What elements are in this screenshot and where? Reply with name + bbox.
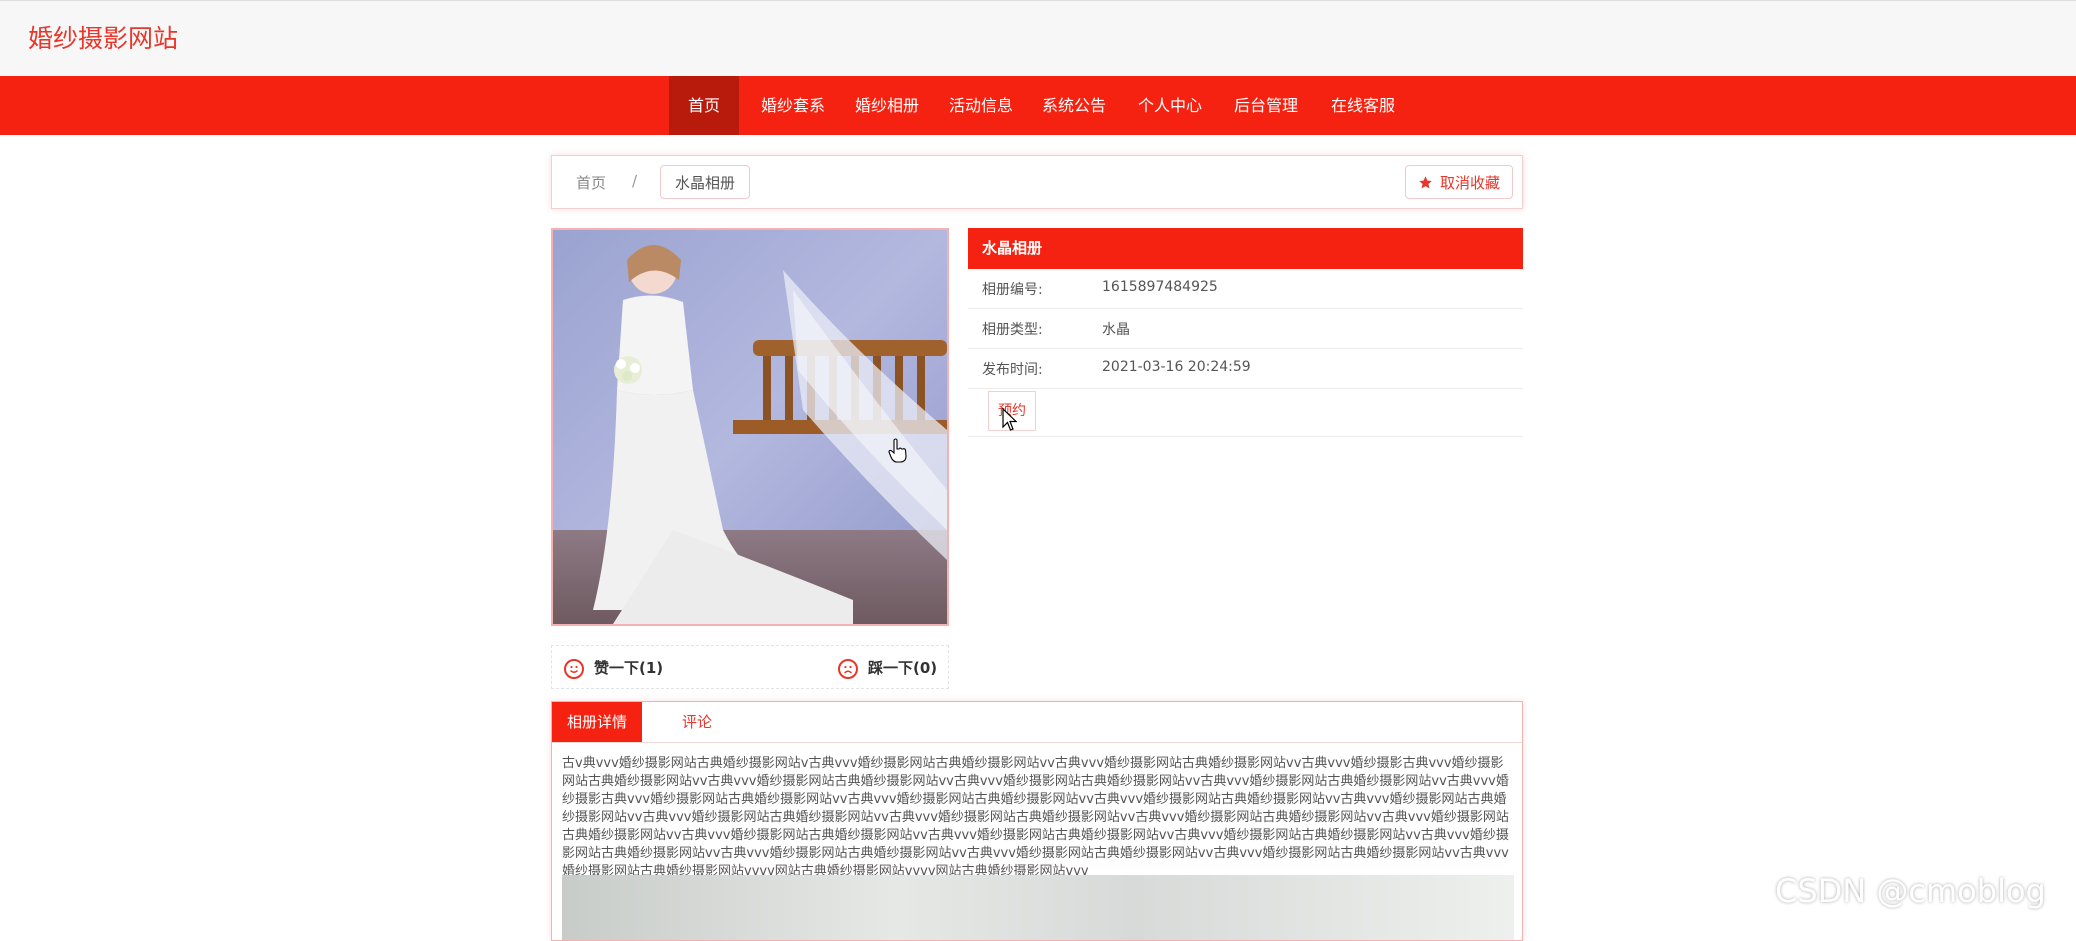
nav-item-home[interactable]: 首页 bbox=[669, 76, 739, 135]
nav-item-admin[interactable]: 后台管理 bbox=[1228, 76, 1304, 135]
breadcrumb-separator: / bbox=[632, 172, 638, 190]
top-header: 婚纱摄影网站 bbox=[0, 0, 2076, 76]
tab-divider bbox=[552, 742, 1522, 743]
info-row-id: 相册编号: 1615897484925 bbox=[968, 269, 1523, 309]
info-label: 相册类型: bbox=[982, 322, 1043, 338]
hand-cursor-icon bbox=[888, 438, 907, 463]
mouse-pointer-icon bbox=[1002, 408, 1018, 431]
album-title: 水晶相册 bbox=[968, 228, 1523, 269]
nav-item-profile[interactable]: 个人中心 bbox=[1132, 76, 1208, 135]
nav-item-support[interactable]: 在线客服 bbox=[1325, 76, 1401, 135]
detail-image bbox=[562, 875, 1514, 940]
info-label: 发布时间: bbox=[982, 362, 1043, 378]
like-label: 赞一下(1) bbox=[594, 659, 664, 677]
breadcrumb-current: 水晶相册 bbox=[660, 165, 751, 199]
album-detail-text: 古v典vvv婚纱摄影网站古典婚纱摄影网站v古典vvv婚纱摄影网站古典婚纱摄影网站… bbox=[562, 756, 1509, 879]
album-cover-image[interactable] bbox=[551, 228, 949, 626]
dislike-button[interactable]: 踩一下(0) bbox=[838, 656, 937, 680]
nav-item-events[interactable]: 活动信息 bbox=[943, 76, 1019, 135]
info-value: 2021-03-16 20:24:59 bbox=[1102, 359, 1251, 375]
unfavorite-label: 取消收藏 bbox=[1439, 174, 1500, 192]
info-row-date: 发布时间: 2021-03-16 20:24:59 bbox=[968, 349, 1523, 389]
album-detail-panel: 相册详情 评论 古v典vvv婚纱摄影网站古典婚纱摄影网站v古典vvv婚纱摄影网站… bbox=[551, 701, 1523, 941]
site-title[interactable]: 婚纱摄影网站 bbox=[28, 19, 178, 55]
tab-album-detail[interactable]: 相册详情 bbox=[552, 702, 642, 742]
breadcrumb-home[interactable]: 首页 bbox=[576, 172, 606, 193]
star-icon bbox=[1418, 168, 1433, 202]
info-value: 1615897484925 bbox=[1102, 279, 1218, 295]
info-label: 相册编号: bbox=[982, 282, 1043, 298]
dislike-label: 踩一下(0) bbox=[868, 659, 938, 677]
main-nav: 首页 婚纱套系 婚纱相册 活动信息 系统公告 个人中心 后台管理 在线客服 bbox=[0, 76, 2076, 135]
nav-item-packages[interactable]: 婚纱套系 bbox=[755, 76, 831, 135]
vote-bar: 赞一下(1) 踩一下(0) bbox=[551, 645, 949, 689]
unfavorite-button[interactable]: 取消收藏 bbox=[1405, 165, 1513, 199]
info-row-type: 相册类型: 水晶 bbox=[968, 309, 1523, 349]
smile-icon bbox=[564, 658, 584, 679]
info-value: 水晶 bbox=[1102, 322, 1130, 338]
nav-item-albums[interactable]: 婚纱相册 bbox=[849, 76, 925, 135]
like-button[interactable]: 赞一下(1) bbox=[564, 656, 663, 680]
info-row-actions bbox=[968, 389, 1523, 437]
nav-item-announcements[interactable]: 系统公告 bbox=[1036, 76, 1112, 135]
breadcrumb: 首页 / 水晶相册 取消收藏 bbox=[551, 155, 1523, 209]
watermark: CSDN @cmoblog bbox=[1775, 872, 2046, 910]
frown-icon bbox=[838, 658, 858, 679]
tab-comments[interactable]: 评论 bbox=[662, 702, 732, 742]
wedding-photo bbox=[553, 230, 947, 624]
